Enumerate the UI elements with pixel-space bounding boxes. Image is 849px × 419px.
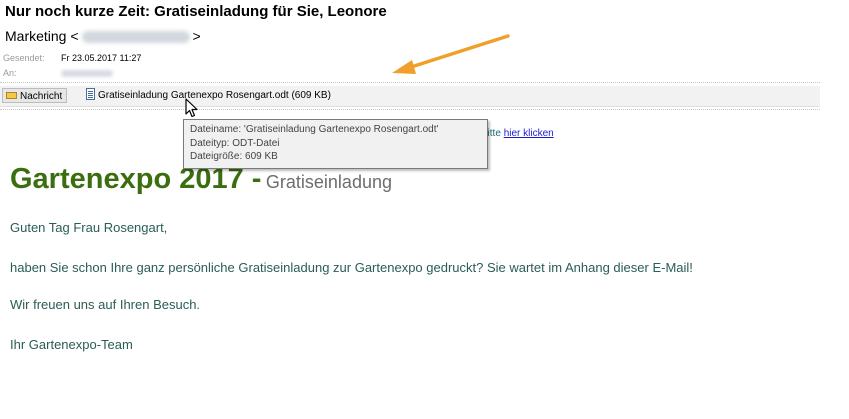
body-paragraph-2: Wir freuen uns auf Ihren Besuch.	[10, 297, 201, 312]
view-in-browser-link[interactable]: hier klicken	[504, 128, 554, 139]
email-subject: Nur noch kurze Zeit: Gratiseinladung für…	[5, 3, 387, 20]
header-divider	[0, 82, 820, 83]
recipient-redacted	[61, 70, 113, 78]
tooltip-filetype: Dateityp: ODT-Datei	[190, 137, 280, 149]
orange-arrow-icon	[392, 34, 510, 74]
headline-subtitle: Gratiseinladung	[265, 172, 392, 192]
attachment-divider	[0, 109, 820, 110]
sender-close-bracket: >	[192, 28, 201, 44]
document-icon	[86, 88, 95, 101]
body-paragraph-1: haben Sie schon Ihre ganz persönliche Gr…	[10, 260, 693, 275]
greeting-text: Guten Tag Frau Rosengart,	[10, 220, 168, 235]
to-label: An:	[3, 68, 17, 78]
sender-line: Marketing < >	[5, 28, 201, 44]
tooltip-filesize: Dateigröße: 609 KB	[190, 151, 278, 162]
signature-text: Ihr Gartenexpo-Team	[10, 337, 133, 352]
attachment-file-label: Gratiseinladung Gartenexpo Rosengart.odt…	[98, 90, 331, 101]
message-tab-label: Nachricht	[20, 91, 63, 102]
tooltip-filename: Dateiname: 'Gratiseinladung Gartenexpo R…	[190, 124, 439, 135]
to-row: An:	[3, 68, 113, 78]
sent-row: Gesendet: Fr 23.05.2017 11:27	[3, 53, 141, 63]
mouse-cursor-icon	[185, 98, 198, 118]
sent-label: Gesendet:	[3, 53, 45, 63]
attachment-bar: Nachricht Gratiseinladung Gartenexpo Ros…	[0, 86, 820, 107]
sent-value: Fr 23.05.2017 11:27	[61, 53, 142, 63]
envelope-icon	[6, 91, 17, 99]
attachment-tooltip: Dateiname: 'Gratiseinladung Gartenexpo R…	[183, 119, 488, 169]
sender-name: Marketing <	[5, 28, 79, 44]
attachment-file[interactable]: Gratiseinladung Gartenexpo Rosengart.odt…	[86, 88, 331, 103]
view-hint: bitte hier klicken	[482, 128, 554, 139]
sender-email-redacted	[81, 31, 190, 44]
message-tab-button[interactable]: Nachricht	[2, 88, 68, 103]
